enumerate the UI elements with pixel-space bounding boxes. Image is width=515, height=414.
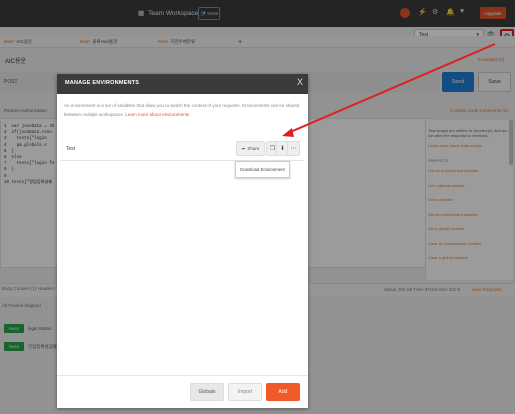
annotation-arrow xyxy=(282,43,496,137)
